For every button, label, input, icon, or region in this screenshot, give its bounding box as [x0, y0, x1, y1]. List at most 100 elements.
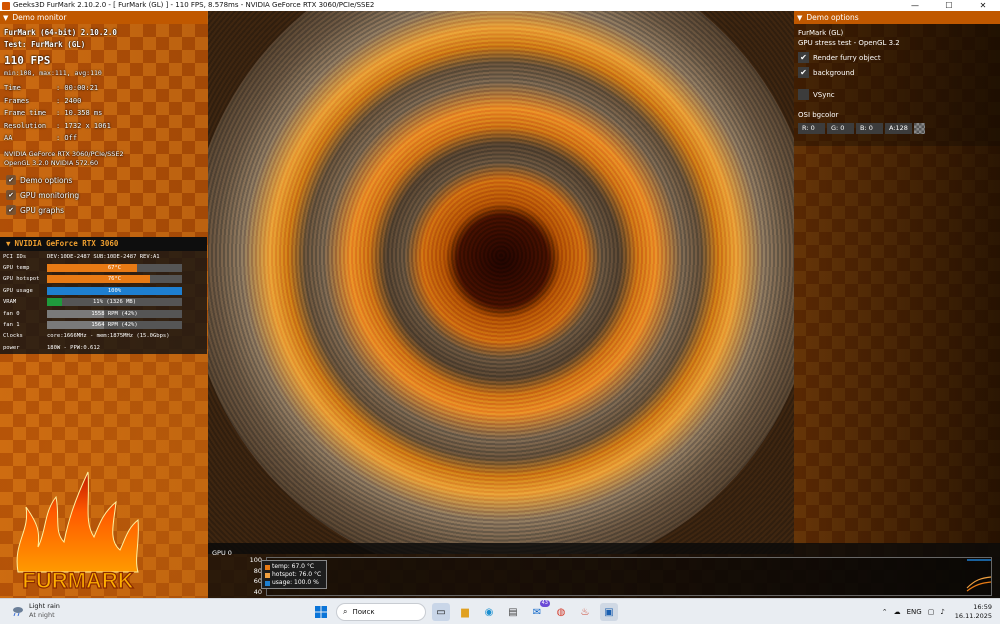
demo-options-panel: ▼ Demo options FurMark (GL) GPU stress te…	[794, 11, 1000, 146]
stat-value: : 10.358 ms	[56, 109, 103, 117]
taskbar-clock[interactable]: 16:59 16.11.2025	[955, 603, 992, 621]
collapse-triangle-icon: ▼	[6, 239, 11, 248]
speaker-icon[interactable]: ♪	[940, 608, 944, 616]
clock-date: 16.11.2025	[954, 612, 992, 620]
minimize-button[interactable]: —	[898, 0, 932, 11]
system-tray: ⌃ ☁ ENG ▢ ♪ 16:59 16.11.2025	[882, 602, 992, 622]
window-title: Geeks3D FurMark 2.10.2.0 - [ FurMark (GL…	[13, 1, 375, 9]
file-explorer-icon[interactable]: ▆	[456, 603, 474, 621]
windows-start-icon[interactable]	[312, 603, 330, 621]
checkmark-icon: ✔	[6, 205, 16, 215]
checkbox-vsync[interactable]: VSync	[798, 87, 996, 102]
stat-value: : 1732 x 1061	[56, 121, 111, 130]
app-version: FurMark (64-bit) 2.10.2.0	[4, 28, 117, 37]
checkmark-icon: ✔	[6, 190, 16, 200]
close-button[interactable]: ✕	[966, 0, 1000, 11]
gpu-metric-bar: 1564 RPM (42%)	[47, 321, 182, 330]
stat-label: Time	[4, 84, 21, 92]
gpu-metric-bar: 1558 RPM (42%)	[47, 309, 182, 318]
bgcolor-r-field[interactable]: R: 0	[798, 123, 825, 134]
taskbar-search[interactable]: ⌕ Поиск	[336, 603, 426, 621]
furry-donut-object	[208, 11, 794, 554]
bgcolor-a-field[interactable]: A:128	[885, 123, 912, 134]
gpu-metric-row: GPU usage 100%	[0, 285, 207, 296]
graph-plot-area	[266, 557, 992, 596]
gpu-metric-value: 1558 RPM (42%)	[91, 310, 138, 317]
gpu-metric-label: fan 0	[3, 310, 20, 317]
network-icon[interactable]: ▢	[928, 608, 935, 616]
test-name: Test: FurMark (GL)	[4, 40, 86, 49]
task-view-icon[interactable]: ▭	[432, 603, 450, 621]
gpu-metric-value: 1564 RPM (42%)	[91, 322, 138, 329]
color-preview-swatch[interactable]	[914, 123, 925, 134]
demo-monitor-header[interactable]: ▼ Demo monitor	[0, 11, 207, 24]
checkbox-gpu-graphs[interactable]: ✔ GPU graphs	[4, 203, 203, 218]
weather-title: Light rain	[29, 602, 60, 610]
outlook-icon[interactable]: ✉ 43	[528, 600, 550, 621]
gpu-metric-row: VRAM 11% (1326 MB)	[0, 297, 207, 308]
collapse-triangle-icon: ▼	[3, 14, 9, 22]
power-row: power 180W - PPW:0.612	[3, 344, 100, 351]
gpu-metric-row: fan 0 1558 RPM (42%)	[0, 308, 207, 319]
graph-legend: temp: 67.0 °C hotspot: 76.0 °C usage: 10…	[261, 560, 327, 589]
gpu-metric-bar: 100%	[47, 286, 182, 295]
weather-widget[interactable]: Light rain At night	[12, 602, 60, 620]
gpu-metric-row: GPU temp 67°C	[0, 262, 207, 273]
rain-cloud-icon	[13, 607, 23, 616]
checkmark-icon: ✔	[798, 67, 809, 78]
unchecked-box-icon	[798, 89, 809, 100]
cloud-icon[interactable]: ☁	[894, 608, 901, 616]
furmark-taskbar-icon[interactable]: ♨	[576, 603, 594, 621]
furmark-app-icon	[2, 1, 10, 10]
active-window-icon[interactable]: ▣	[600, 603, 618, 621]
legend-item-usage: usage: 100.0 %	[265, 579, 323, 587]
search-icon: ⌕	[343, 607, 348, 616]
gpu-metric-label: VRAM	[3, 299, 17, 306]
fps-counter: 110 FPS	[4, 54, 51, 67]
gpu-metric-label: fan 1	[3, 322, 20, 329]
windows-taskbar: Light rain At night ⌕ Поиск ▭ ▆ ◉ ▤ ✉ 43 ◍…	[0, 598, 1000, 624]
gpu-metric-row: GPU hotspot 76°C	[0, 274, 207, 285]
checkbox-render-furry-object[interactable]: ✔ Render furry object	[798, 50, 996, 65]
y-tick: 100	[249, 556, 262, 564]
clocks-row: Clocks core:1666MHz - mem:1875MHz (15.0G…	[3, 333, 170, 340]
gpu-metric-row: fan 1 1564 RPM (42%)	[0, 319, 207, 330]
gpu-metric-label: GPU hotspot	[3, 276, 40, 283]
stat-label: Frames	[4, 96, 30, 105]
legend-item-hotspot: hotspot: 76.0 °C	[265, 571, 323, 579]
clock-time: 16:59	[973, 603, 992, 611]
stat-label: AA	[4, 134, 13, 142]
fps-minmax: min:108, max:111, avg:110	[4, 69, 102, 77]
demo-options-header[interactable]: ▼ Demo options	[794, 11, 1000, 24]
gpu-metric-bar: 11% (1326 MB)	[47, 298, 182, 307]
stat-label: Resolution	[4, 121, 47, 130]
language-indicator[interactable]: ENG	[907, 608, 922, 616]
graph-lines	[966, 559, 992, 592]
graph-y-axis: 100 80 60 40	[238, 555, 262, 597]
checkbox-gpu-monitoring[interactable]: ✔ GPU monitoring	[4, 188, 203, 203]
pci-ids-row: PCI IDs DEV:10DE-2487 SUB:10DE-2487 REV:…	[3, 253, 160, 260]
bgcolor-g-field[interactable]: G: 0	[827, 123, 854, 134]
bgcolor-b-field[interactable]: B: 0	[856, 123, 883, 134]
demo-name: FurMark (GL)	[798, 29, 844, 37]
maximize-button[interactable]: ☐	[932, 0, 966, 11]
collapse-triangle-icon: ▼	[797, 14, 803, 22]
chevron-up-icon[interactable]: ⌃	[882, 608, 888, 616]
chrome-icon[interactable]: ◍	[552, 603, 570, 621]
stat-value: : 2400	[56, 96, 82, 105]
stat-value: : 00:00:21	[56, 84, 99, 92]
gpu-monitor-panel: ▼ NVIDIA GeForce RTX 3060 PCI IDs DEV:10D…	[0, 237, 207, 354]
edge-browser-icon[interactable]: ◉	[480, 603, 498, 621]
checkbox-demo-options[interactable]: ✔ Demo options	[4, 173, 203, 188]
legend-item-temp: temp: 67.0 °C	[265, 563, 323, 571]
y-tick: 80	[253, 566, 262, 575]
store-icon[interactable]: ▤	[504, 603, 522, 621]
furmark-logo: FURMARK	[16, 471, 139, 594]
checkbox-background[interactable]: ✔ background	[798, 65, 996, 80]
mail-badge: 43	[539, 600, 550, 607]
temp-line	[966, 581, 992, 592]
gpu-metric-value: 100%	[107, 287, 122, 294]
gpu-metric-value: 67°C	[107, 265, 122, 272]
gpu-monitor-header[interactable]: ▼ NVIDIA GeForce RTX 3060	[0, 237, 207, 251]
gpu-metric-label: GPU usage	[3, 287, 33, 294]
